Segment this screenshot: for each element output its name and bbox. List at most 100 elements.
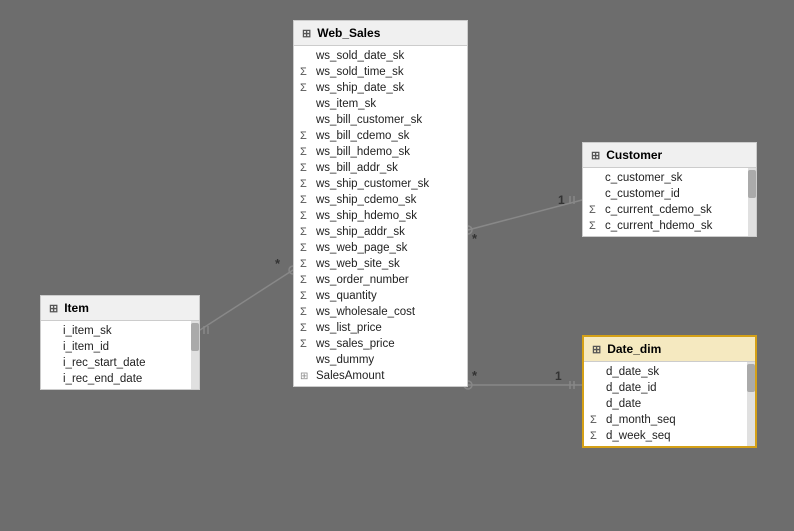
sigma-icon: Σ — [300, 146, 312, 158]
customer-body: c_customer_sk c_customer_id Σ c_current_… — [583, 168, 756, 236]
field-label: c_customer_id — [605, 188, 680, 200]
field-label: i_item_id — [63, 341, 109, 353]
field-label: i_rec_start_date — [63, 357, 145, 369]
field-label: ws_sold_date_sk — [316, 50, 404, 62]
scrollbar-thumb[interactable] — [748, 170, 756, 198]
web-sales-title: Web_Sales — [317, 26, 380, 40]
sigma-icon: Σ — [300, 82, 312, 94]
web-sales-body: ws_sold_date_sk Σ ws_sold_time_sk Σ ws_s… — [294, 46, 467, 386]
field-label: ws_sales_price — [316, 338, 395, 350]
field-ws_dummy[interactable]: ws_dummy — [294, 352, 467, 368]
field-ws_wholesale_cost[interactable]: Σ ws_wholesale_cost — [294, 304, 467, 320]
field-label: d_date — [606, 398, 641, 410]
field-label: ws_dummy — [316, 354, 374, 366]
table-icon: ⊞ — [49, 302, 58, 315]
field-label: d_date_id — [606, 382, 657, 394]
field-ws_bill_cdemo_sk[interactable]: Σ ws_bill_cdemo_sk — [294, 128, 467, 144]
grid-icon: ⊞ — [300, 371, 312, 382]
field-ws_item_sk[interactable]: ws_item_sk — [294, 96, 467, 112]
field-label: ws_wholesale_cost — [316, 306, 415, 318]
sigma-icon: Σ — [300, 210, 312, 222]
field-d_week_seq[interactable]: Σ d_week_seq — [584, 428, 745, 444]
customer-table[interactable]: ⊞ Customer c_customer_sk c_customer_id Σ… — [582, 142, 757, 237]
table-icon: ⊞ — [591, 149, 600, 162]
scrollbar-track[interactable] — [748, 168, 756, 236]
field-label: ws_bill_hdemo_sk — [316, 146, 410, 158]
field-ws_ship_hdemo_sk[interactable]: Σ ws_ship_hdemo_sk — [294, 208, 467, 224]
field-i_item_sk[interactable]: i_item_sk — [41, 323, 189, 339]
field-ws_quantity[interactable]: Σ ws_quantity — [294, 288, 467, 304]
sigma-icon: Σ — [589, 204, 601, 216]
field-ws_ship_addr_sk[interactable]: Σ ws_ship_addr_sk — [294, 224, 467, 240]
date-dim-title: Date_dim — [607, 342, 661, 356]
sigma-icon: Σ — [300, 194, 312, 206]
field-label: i_rec_end_date — [63, 373, 142, 385]
field-label: ws_ship_hdemo_sk — [316, 210, 417, 222]
field-ws_sold_date_sk[interactable]: ws_sold_date_sk — [294, 48, 467, 64]
field-ws_sales_price[interactable]: Σ ws_sales_price — [294, 336, 467, 352]
field-label: ws_bill_addr_sk — [316, 162, 398, 174]
svg-text:1: 1 — [555, 369, 562, 383]
customer-header: ⊞ Customer — [583, 143, 756, 168]
sigma-icon: Σ — [300, 66, 312, 78]
sigma-icon: Σ — [300, 322, 312, 334]
sigma-icon: Σ — [590, 414, 602, 426]
field-ws_ship_date_sk[interactable]: Σ ws_ship_date_sk — [294, 80, 467, 96]
field-ws_web_site_sk[interactable]: Σ ws_web_site_sk — [294, 256, 467, 272]
field-ws_sold_time_sk[interactable]: Σ ws_sold_time_sk — [294, 64, 467, 80]
field-label: ws_web_page_sk — [316, 242, 407, 254]
field-c_current_hdemo_sk[interactable]: Σ c_current_hdemo_sk — [583, 218, 746, 234]
field-i_rec_end_date[interactable]: i_rec_end_date — [41, 371, 189, 387]
sigma-icon: Σ — [300, 306, 312, 318]
field-label: ws_web_site_sk — [316, 258, 400, 270]
field-label: i_item_sk — [63, 325, 112, 337]
field-label: c_current_hdemo_sk — [605, 220, 712, 232]
sigma-icon: Σ — [590, 430, 602, 442]
field-label: ws_ship_date_sk — [316, 82, 404, 94]
field-d_date[interactable]: d_date — [584, 396, 745, 412]
field-ws_bill_customer_sk[interactable]: ws_bill_customer_sk — [294, 112, 467, 128]
scrollbar-track[interactable] — [191, 321, 199, 389]
field-ws_list_price[interactable]: Σ ws_list_price — [294, 320, 467, 336]
field-label: c_current_cdemo_sk — [605, 204, 712, 216]
field-ws_ship_customer_sk[interactable]: Σ ws_ship_customer_sk — [294, 176, 467, 192]
field-i_rec_start_date[interactable]: i_rec_start_date — [41, 355, 189, 371]
scrollbar-thumb[interactable] — [191, 323, 199, 351]
scrollbar-track[interactable] — [747, 362, 755, 446]
field-ws_bill_addr_sk[interactable]: Σ ws_bill_addr_sk — [294, 160, 467, 176]
field-ws_web_page_sk[interactable]: Σ ws_web_page_sk — [294, 240, 467, 256]
field-label: ws_order_number — [316, 274, 409, 286]
field-sales-amount[interactable]: ⊞ SalesAmount — [294, 368, 467, 384]
web-sales-table[interactable]: ⊞ Web_Sales ws_sold_date_sk Σ ws_sold_ti… — [293, 20, 468, 387]
sigma-icon: Σ — [300, 274, 312, 286]
field-label: d_date_sk — [606, 366, 659, 378]
field-i_item_id[interactable]: i_item_id — [41, 339, 189, 355]
sigma-icon: Σ — [300, 162, 312, 174]
field-label: ws_bill_customer_sk — [316, 114, 422, 126]
web-sales-header: ⊞ Web_Sales — [294, 21, 467, 46]
sigma-icon: Σ — [300, 258, 312, 270]
item-table[interactable]: ⊞ Item i_item_sk i_item_id i_rec_start_d… — [40, 295, 200, 390]
sigma-icon: Σ — [300, 178, 312, 190]
date-dim-header: ⊞ Date_dim — [584, 337, 755, 362]
field-ws_bill_hdemo_sk[interactable]: Σ ws_bill_hdemo_sk — [294, 144, 467, 160]
field-label: c_customer_sk — [605, 172, 682, 184]
field-ws_order_number[interactable]: Σ ws_order_number — [294, 272, 467, 288]
svg-text:*: * — [472, 368, 478, 383]
sigma-icon: Σ — [300, 290, 312, 302]
field-label: ws_ship_cdemo_sk — [316, 194, 416, 206]
field-c_current_cdemo_sk[interactable]: Σ c_current_cdemo_sk — [583, 202, 746, 218]
field-label: d_month_seq — [606, 414, 676, 426]
customer-title: Customer — [606, 148, 662, 162]
field-label: ws_ship_customer_sk — [316, 178, 429, 190]
field-d_date_sk[interactable]: d_date_sk — [584, 364, 745, 380]
field-ws_ship_cdemo_sk[interactable]: Σ ws_ship_cdemo_sk — [294, 192, 467, 208]
scrollbar-thumb[interactable] — [747, 364, 755, 392]
date-dim-body: d_date_sk d_date_id d_date Σ d_month_seq… — [584, 362, 755, 446]
field-label: SalesAmount — [316, 370, 384, 382]
date-dim-table[interactable]: ⊞ Date_dim d_date_sk d_date_id d_date Σ … — [582, 335, 757, 448]
field-c_customer_id[interactable]: c_customer_id — [583, 186, 746, 202]
field-d_month_seq[interactable]: Σ d_month_seq — [584, 412, 745, 428]
field-c_customer_sk[interactable]: c_customer_sk — [583, 170, 746, 186]
field-d_date_id[interactable]: d_date_id — [584, 380, 745, 396]
